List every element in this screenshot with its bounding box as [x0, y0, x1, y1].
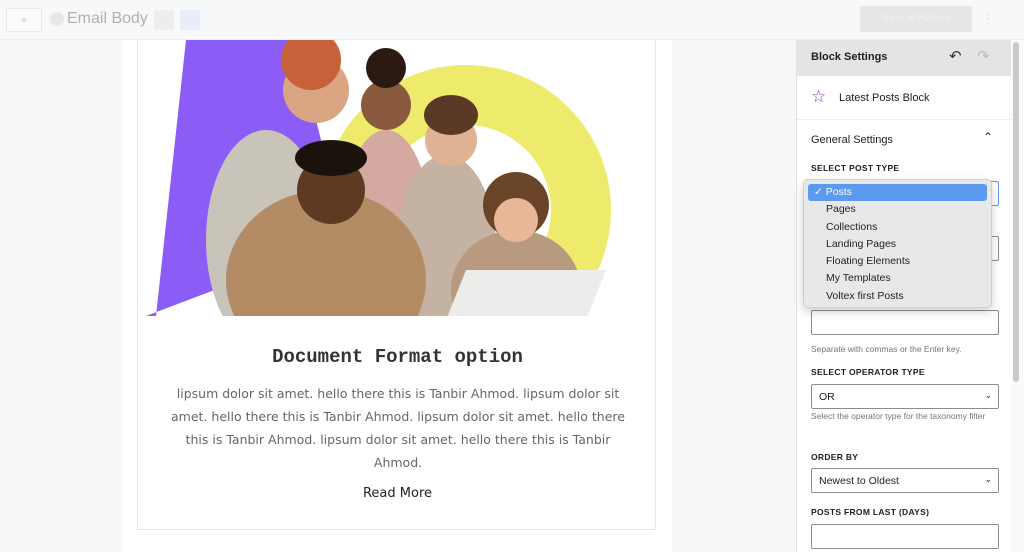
post-type-option[interactable]: My Templates [808, 270, 987, 287]
panel-header: Block Settings ↶ ↷ [797, 40, 1011, 76]
days-input[interactable] [811, 524, 999, 549]
tags-input[interactable] [811, 310, 999, 335]
post-excerpt: lipsum dolor sit amet. hello there this … [171, 386, 625, 470]
post-title: Document Format option [272, 346, 523, 368]
post-type-option[interactable]: Voltex first Posts [808, 288, 987, 305]
page-title: Email Body [67, 10, 148, 27]
days-label: POSTS FROM LAST (DAYS) [811, 507, 930, 517]
undo-icon[interactable]: ↶ [949, 47, 962, 65]
post-type-dropdown: ✓ Posts Pages Collections Landing Pages … [803, 179, 992, 308]
panel-scrollbar[interactable] [1011, 40, 1024, 552]
block-name: Latest Posts Block [839, 92, 930, 104]
publish-button[interactable]: Save & Publish [860, 6, 972, 32]
chevron-up-icon[interactable]: ⌃ [983, 130, 993, 144]
add-block-button[interactable]: + [6, 8, 42, 32]
post-type-option[interactable]: Pages [808, 201, 987, 218]
more-options-icon[interactable]: ⋮ [982, 12, 994, 26]
logo-icon [50, 12, 64, 26]
chevron-down-icon: ⌄ [984, 474, 992, 484]
general-settings-toggle[interactable]: General Settings [811, 134, 893, 146]
post-type-label: SELECT POST TYPE [811, 163, 900, 173]
toolbar-button[interactable] [180, 10, 200, 30]
top-toolbar: + Email Body Save & Publish ⋮ [0, 0, 1024, 40]
post-type-option[interactable]: Landing Pages [808, 236, 987, 253]
block-info: ☆ Latest Posts Block [797, 76, 1011, 120]
operator-label: SELECT OPERATOR TYPE [811, 367, 925, 377]
scrollbar-thumb[interactable] [1013, 42, 1019, 382]
post-featured-image [146, 40, 611, 316]
order-by-label: ORDER BY [811, 452, 859, 462]
tags-help: Separate with commas or the Enter key. [811, 344, 962, 354]
read-more-link[interactable]: Read More [138, 486, 657, 501]
chevron-down-icon: ⌄ [984, 390, 992, 400]
operator-value: OR [819, 391, 835, 403]
star-icon: ☆ [811, 87, 827, 106]
latest-post-card[interactable]: Document Format option lipsum dolor sit … [137, 40, 656, 530]
option-label: Posts [825, 186, 852, 198]
order-by-select[interactable]: Newest to Oldest ⌄ [811, 468, 999, 493]
operator-select[interactable]: OR ⌄ [811, 384, 999, 409]
post-type-option[interactable]: ✓ Posts [808, 184, 987, 202]
order-by-value: Newest to Oldest [819, 475, 899, 487]
redo-icon[interactable]: ↷ [977, 47, 990, 65]
operator-help: Select the operator type for the taxonom… [811, 411, 986, 421]
post-type-option[interactable]: Floating Elements [808, 253, 987, 270]
post-type-option[interactable]: Collections [808, 219, 987, 236]
panel-title: Block Settings [811, 51, 888, 63]
toolbar-button[interactable] [154, 10, 174, 30]
